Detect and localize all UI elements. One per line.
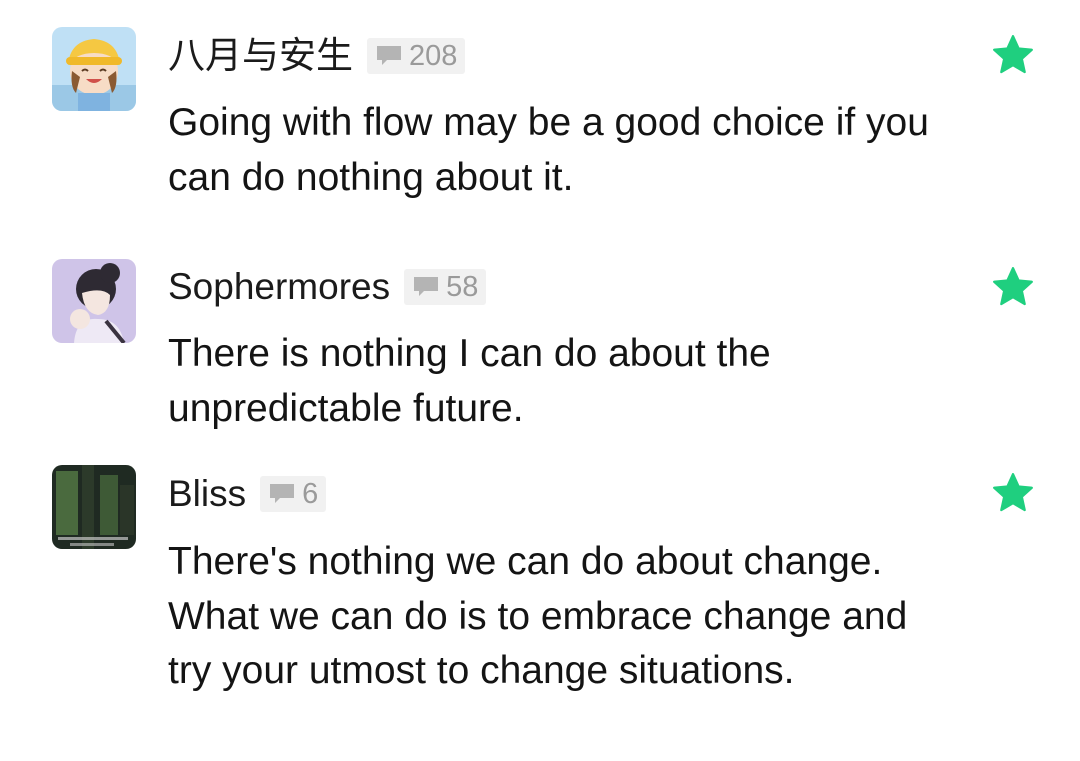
- comment-text: There's nothing we can do about change. …: [168, 540, 908, 692]
- reply-count-badge[interactable]: 58: [404, 269, 487, 305]
- reply-count-badge[interactable]: 6: [260, 476, 327, 512]
- avatar[interactable]: [52, 465, 136, 549]
- star-icon[interactable]: [990, 264, 1036, 310]
- star-icon[interactable]: [990, 470, 1036, 516]
- reply-count-badge[interactable]: 208: [367, 38, 466, 74]
- speech-bubble-icon: [375, 45, 403, 67]
- comment-text: Going with flow may be a good choice if …: [168, 101, 929, 199]
- speech-bubble-icon: [412, 276, 440, 298]
- comment-header: Bliss 6: [168, 471, 327, 517]
- speech-bubble-icon: [268, 483, 296, 505]
- reply-count: 208: [409, 40, 458, 72]
- avatar[interactable]: [52, 27, 136, 111]
- username[interactable]: Sophermores: [168, 264, 390, 310]
- comment-text: There is nothing I can do about the unpr…: [168, 332, 771, 430]
- comment-header: Sophermores 58: [168, 264, 487, 310]
- star-icon[interactable]: [990, 32, 1036, 78]
- username[interactable]: Bliss: [168, 471, 246, 517]
- username[interactable]: 八月与安生: [168, 33, 353, 79]
- avatar[interactable]: [52, 259, 136, 343]
- reply-count: 6: [302, 478, 319, 510]
- reply-count: 58: [446, 271, 479, 303]
- comment-header: 八月与安生 208: [168, 33, 466, 79]
